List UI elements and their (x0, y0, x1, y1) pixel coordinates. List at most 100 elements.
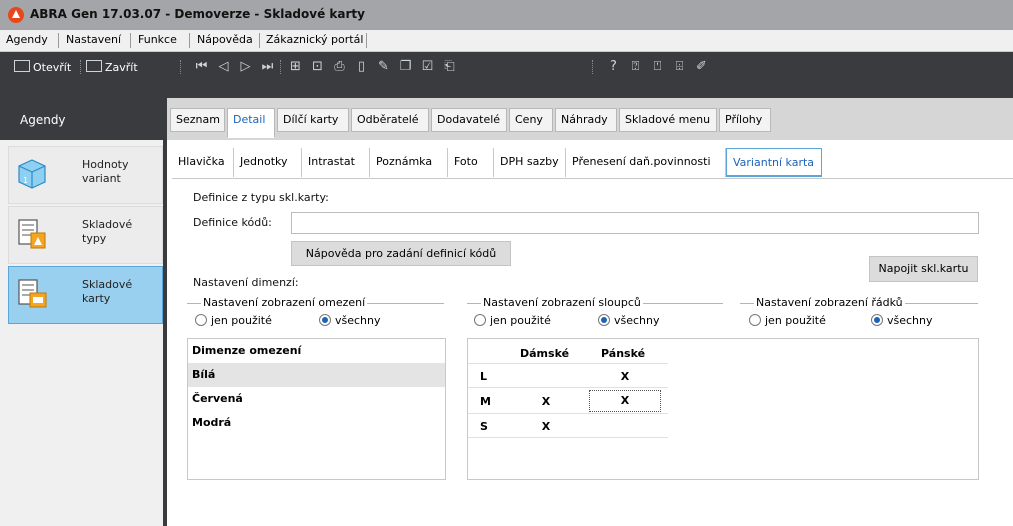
document-icon[interactable]: ▯ (354, 59, 369, 74)
radio-off-icon (474, 314, 486, 326)
tab-detail[interactable]: Detail (227, 108, 275, 138)
agenda-item-label: Skladové typy (82, 218, 133, 245)
radio-label: všechny (887, 314, 933, 327)
open-button[interactable]: Otevřít (14, 60, 71, 74)
report-icon[interactable]: ⊡ (310, 59, 325, 74)
toolbar-separator (592, 60, 594, 74)
table-row[interactable]: Modrá (188, 411, 445, 435)
code-definitions-help-button[interactable]: Nápověda pro zadání definicí kódů (291, 241, 511, 266)
edit-query-icon[interactable]: ✐ (694, 59, 709, 74)
svg-text:1: 1 (23, 176, 28, 185)
rows-used-radio[interactable]: jen použité (749, 314, 826, 327)
restriction-used-radio[interactable]: jen použité (195, 314, 272, 327)
agenda-panel: 1 Hodnoty variant Skladové typy Skladové… (0, 140, 163, 526)
subtab-hlavicka[interactable]: Hlavička (172, 148, 234, 177)
grid-cell[interactable]: X (536, 420, 556, 433)
toolbar: Otevřít Zavřít ⏮ ◁ ▷ ⏭ ⊞ ⊡ ⎙ ▯ ✎ ❐ ☑ ⎗ ?… (0, 52, 1013, 98)
grid-line (468, 413, 668, 414)
grid-line (468, 387, 668, 388)
toolbar-separator (80, 60, 82, 74)
link-stock-card-button[interactable]: Napojit skl.kartu (869, 256, 978, 282)
check-icon[interactable]: ☑ (420, 59, 435, 74)
subtab-intrastat[interactable]: Intrastat (302, 148, 370, 177)
grid-line (468, 437, 668, 438)
rows-display-title: Nastavení zobrazení řádků (754, 296, 905, 309)
code-definitions-input[interactable] (291, 212, 979, 234)
columns-used-radio[interactable]: jen použité (474, 314, 551, 327)
query-list-icon[interactable]: ⍞ (650, 59, 665, 74)
variant-grid: Dámské Pánské L X M X X S X (467, 338, 979, 480)
menu-bar: Agendy Nastavení Funkce Nápověda Zákazni… (0, 30, 1013, 52)
table-row[interactable]: Červená (188, 387, 445, 411)
title-bar: ABRA Gen 17.03.07 - Demoverze - Skladové… (0, 0, 1013, 30)
subtab-variantni-karta[interactable]: Variantní karta (726, 148, 822, 177)
dimension-table-header: Dimenze omezení (192, 344, 302, 357)
menu-nastaveni[interactable]: Nastavení (66, 33, 121, 46)
agenda-item-hodnoty-variant[interactable]: 1 Hodnoty variant (8, 146, 163, 204)
help-icon[interactable]: ? (606, 59, 621, 74)
rows-all-radio[interactable]: všechny (871, 314, 933, 327)
tab-nahrady[interactable]: Náhrady (555, 108, 617, 132)
subtab-foto[interactable]: Foto (448, 148, 494, 177)
radio-off-icon (195, 314, 207, 326)
stock-types-icon (18, 219, 46, 249)
agenda-item-skladove-typy[interactable]: Skladové typy (8, 206, 163, 264)
export-icon[interactable]: ⎗ (442, 59, 457, 74)
grid-column-header: Dámské (520, 347, 570, 360)
radio-on-icon (871, 314, 883, 326)
previous-record-icon[interactable]: ◁ (216, 59, 231, 74)
subtab-dph-sazby[interactable]: DPH sazby (494, 148, 566, 177)
radio-label: jen použité (765, 314, 826, 327)
grid-cell[interactable]: X (615, 370, 635, 383)
menu-funkce[interactable]: Funkce (138, 33, 177, 46)
tab-prilohy[interactable]: Přílohy (719, 108, 771, 132)
first-record-icon[interactable]: ⏮ (194, 59, 209, 74)
restriction-all-radio[interactable]: všechny (319, 314, 381, 327)
grid-row-header: L (480, 370, 488, 383)
grid-cell[interactable]: X (536, 395, 556, 408)
menu-separator (259, 33, 260, 48)
menu-zakaznicky-portal[interactable]: Zákaznický portál (266, 33, 363, 46)
radio-on-icon (319, 314, 331, 326)
last-record-icon[interactable]: ⏭ (260, 59, 275, 74)
main-tabs: Seznam Detail Dílčí karty Odběratelé Dod… (167, 98, 1013, 140)
tab-dodavatele[interactable]: Dodavatelé (431, 108, 507, 132)
open-icon (14, 60, 30, 72)
tab-seznam[interactable]: Seznam (170, 108, 225, 132)
copy-icon[interactable]: ❐ (398, 59, 413, 74)
radio-label: jen použité (211, 314, 272, 327)
tab-dilci-karty[interactable]: Dílčí karty (277, 108, 349, 132)
print-icon[interactable]: ⎙ (332, 59, 347, 74)
close-window-icon (86, 60, 102, 72)
columns-display-title: Nastavení zobrazení sloupců (481, 296, 643, 309)
open-label: Otevřít (33, 61, 72, 74)
grid-column-header: Pánské (601, 347, 646, 360)
menu-separator (189, 33, 190, 48)
close-button[interactable]: Zavřít (86, 60, 138, 74)
query-icon[interactable]: ⍰ (628, 59, 643, 74)
grid-cell-focused[interactable]: X (589, 390, 661, 412)
subtab-poznamka[interactable]: Poznámka (370, 148, 448, 177)
agenda-header: Agendy (0, 98, 163, 140)
grid-icon[interactable]: ⊞ (288, 59, 303, 74)
tab-skladove-menu[interactable]: Skladové menu (619, 108, 717, 132)
restriction-display-title: Nastavení zobrazení omezení (201, 296, 368, 309)
settings-query-icon[interactable]: ⌹ (672, 59, 687, 74)
edit-icon[interactable]: ✎ (376, 59, 391, 74)
subtab-jednotky[interactable]: Jednotky (234, 148, 302, 177)
rows-display-group: Nastavení zobrazení řádků (740, 296, 978, 309)
menu-agendy[interactable]: Agendy (6, 33, 48, 46)
tab-odberatele[interactable]: Odběratelé (351, 108, 429, 132)
subtab-preneseni[interactable]: Přenesení daň.povinnosti (566, 148, 726, 177)
menu-napoveda[interactable]: Nápověda (197, 33, 253, 46)
grid-row-header: S (480, 420, 488, 433)
tab-ceny[interactable]: Ceny (509, 108, 553, 132)
stock-cards-icon (18, 279, 47, 308)
toolbar-separator (280, 60, 282, 74)
columns-all-radio[interactable]: všechny (598, 314, 660, 327)
next-record-icon[interactable]: ▷ (238, 59, 253, 74)
table-row[interactable]: Bílá (188, 363, 445, 387)
agenda-divider (163, 98, 167, 526)
agenda-item-label: Hodnoty variant (82, 158, 129, 185)
agenda-item-skladove-karty[interactable]: Skladové karty (8, 266, 163, 324)
